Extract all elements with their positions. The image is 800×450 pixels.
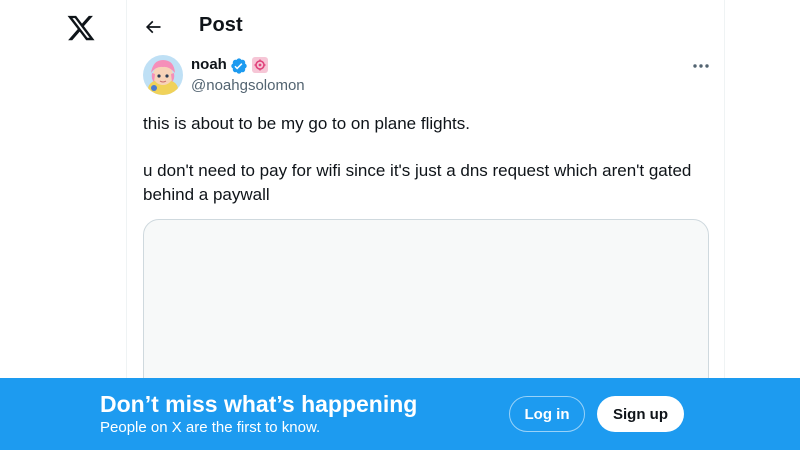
banner-title: Don’t miss what’s happening bbox=[100, 391, 418, 417]
back-button[interactable] bbox=[137, 11, 169, 43]
tweet-text-line: u don't need to pay for wifi since it's … bbox=[143, 161, 692, 204]
avatar[interactable] bbox=[143, 55, 183, 95]
more-horizontal-icon bbox=[693, 64, 709, 68]
author-name[interactable]: noah bbox=[191, 56, 227, 73]
page-title: Post bbox=[199, 14, 243, 36]
banner-subtitle: People on X are the first to know. bbox=[100, 419, 321, 436]
tweet-text-line: this is about to be my go to on plane fl… bbox=[143, 114, 470, 133]
post-header: Post bbox=[127, 0, 725, 53]
affiliate-badge-icon[interactable] bbox=[252, 57, 268, 73]
more-button[interactable] bbox=[685, 54, 717, 78]
x-logo-icon[interactable] bbox=[66, 13, 96, 43]
signup-button[interactable]: Sign up bbox=[597, 396, 684, 432]
arrow-left-icon bbox=[145, 20, 161, 34]
tweet-text: this is about to be my go to on plane fl… bbox=[143, 112, 713, 207]
signup-banner: Don’t miss what’s happening People on X … bbox=[0, 378, 800, 450]
login-button[interactable]: Log in bbox=[509, 396, 585, 432]
verified-badge-icon bbox=[230, 57, 248, 75]
author-handle[interactable]: @noahgsolomon bbox=[191, 77, 305, 94]
